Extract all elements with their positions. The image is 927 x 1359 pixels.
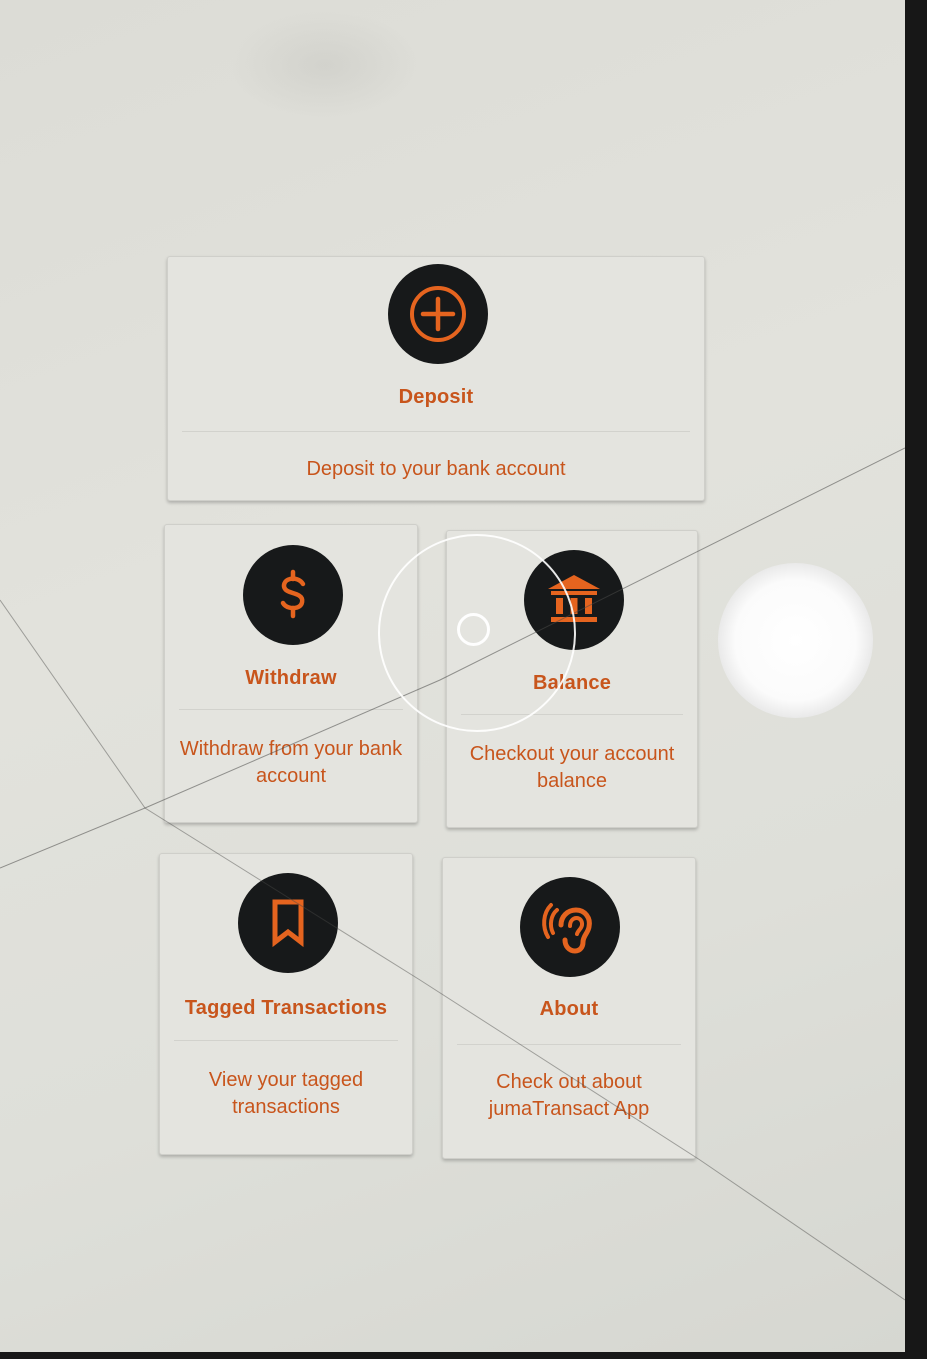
screen-smudge: [230, 10, 420, 120]
tagged-icon-circle: [238, 873, 338, 973]
tagged-description: View your tagged transactions: [208, 1069, 364, 1118]
about-icon-circle: [520, 877, 620, 977]
tagged-transactions-card[interactable]: Tagged Transactions View your tagged tra…: [159, 853, 413, 1155]
ear-icon: [542, 903, 592, 954]
tagged-title: Tagged Transactions: [184, 997, 388, 1019]
deposit-title: Deposit: [398, 386, 474, 408]
light-glare: [718, 563, 873, 718]
device-bezel-bottom: [0, 1352, 927, 1359]
bookmark-icon: [272, 899, 304, 948]
about-card[interactable]: About Check out about jumaTransact App: [442, 857, 696, 1159]
dollar-icon: [280, 569, 306, 619]
about-title: About: [539, 998, 599, 1020]
touch-indicator-dot: [457, 613, 490, 646]
about-description: Check out about jumaTransact App: [488, 1071, 650, 1120]
deposit-divider: [182, 431, 690, 432]
deposit-icon-circle: [388, 264, 488, 364]
withdraw-icon-circle: [243, 545, 343, 645]
withdraw-divider: [179, 709, 403, 710]
tagged-divider: [174, 1040, 398, 1041]
deposit-description: Deposit to your bank account: [306, 458, 566, 480]
withdraw-title: Withdraw: [245, 667, 337, 689]
app-screen: Deposit Deposit to your bank account Wit…: [0, 0, 905, 1352]
withdraw-description: Withdraw from your bank account: [179, 738, 403, 787]
balance-description: Checkout your account balance: [469, 743, 675, 792]
plus-circle-icon: [410, 286, 466, 342]
device-bezel: [905, 0, 927, 1359]
about-divider: [457, 1044, 681, 1045]
withdraw-card[interactable]: Withdraw Withdraw from your bank account: [164, 524, 418, 823]
deposit-card[interactable]: Deposit Deposit to your bank account: [167, 256, 705, 501]
